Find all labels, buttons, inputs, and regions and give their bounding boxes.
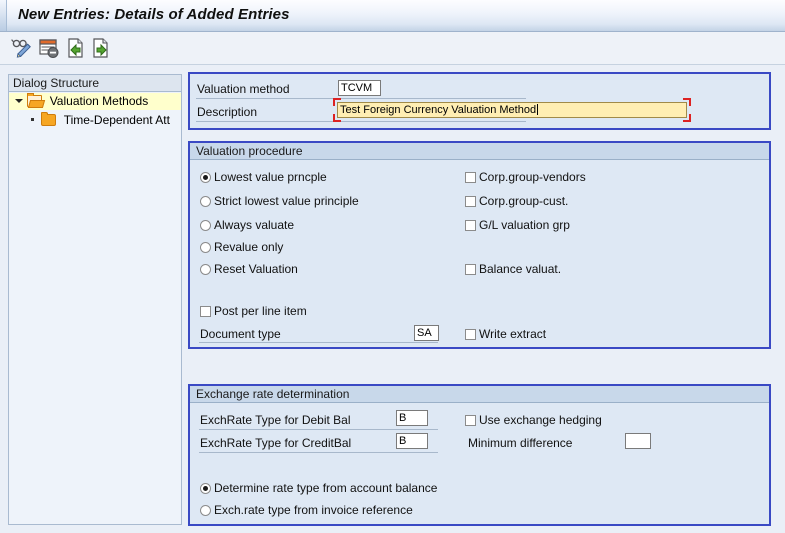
radio-indicator[interactable] (200, 483, 211, 494)
folder-closed-icon (41, 112, 57, 127)
display-change-icon[interactable] (10, 36, 34, 60)
checkbox-indicator[interactable] (465, 172, 476, 183)
radio-indicator[interactable] (200, 264, 211, 275)
text-caret (537, 104, 539, 115)
minimum-difference-input[interactable] (625, 433, 651, 449)
valuation-method-input[interactable] (338, 80, 381, 96)
checkbox-corp-group-vendors[interactable]: Corp.group-vendors (465, 170, 586, 185)
toolbar (0, 32, 785, 65)
radio-label: Reset Valuation (214, 262, 298, 276)
document-type-input[interactable] (414, 325, 439, 341)
description-input[interactable]: Test Foreign Currency Valuation Method (337, 102, 687, 118)
description-label: Description (197, 105, 258, 119)
checkbox-label: G/L valuation grp (479, 218, 570, 232)
checkbox-indicator[interactable] (465, 264, 476, 275)
exchrate-debit-label: ExchRate Type for Debit Bal (200, 413, 351, 427)
radio-label: Revalue only (214, 240, 284, 254)
title-bar-accent (0, 0, 7, 31)
valuation-method-label: Valuation method (197, 82, 290, 96)
checkbox-label: Post per line item (214, 304, 307, 318)
checkbox-write-extract[interactable]: Write extract (465, 327, 546, 342)
checkbox-label: Balance valuat. (479, 262, 562, 276)
minimum-difference-label: Minimum difference (468, 436, 573, 450)
checkbox-use-exchange-hedging[interactable]: Use exchange hedging (465, 413, 602, 428)
row-divider (199, 342, 438, 343)
radio-determine-rate-type-from-account-balance[interactable]: Determine rate type from account balance (200, 481, 437, 496)
radio-indicator[interactable] (200, 505, 211, 516)
sidebar-item-label: Time-Dependent Att (63, 113, 170, 128)
radio-label: Determine rate type from account balance (214, 481, 438, 495)
radio-exch-rate-type-from-invoice-reference[interactable]: Exch.rate type from invoice reference (200, 503, 413, 518)
radio-indicator[interactable] (200, 196, 211, 207)
radio-label: Lowest value prncple (214, 170, 327, 184)
checkbox-indicator[interactable] (465, 220, 476, 231)
checkbox-indicator[interactable] (465, 329, 476, 340)
row-divider (199, 429, 438, 430)
checkbox-corp-group-cust[interactable]: Corp.group-cust. (465, 194, 568, 209)
sidebar-item-time-dependent-attributes[interactable]: Time-Dependent Att (9, 112, 181, 129)
dialog-structure-header: Dialog Structure (8, 74, 182, 92)
dialog-structure-panel (8, 74, 182, 525)
radio-strict-lowest-value-principle[interactable]: Strict lowest value principle (200, 194, 359, 209)
sidebar-item-label: Valuation Methods (49, 94, 149, 109)
checkbox-indicator[interactable] (465, 196, 476, 207)
exchrate-credit-input[interactable] (396, 433, 428, 449)
radio-indicator[interactable] (200, 172, 211, 183)
radio-lowest-value-prncple[interactable]: Lowest value prncple (200, 170, 327, 185)
checkbox-label: Use exchange hedging (479, 413, 602, 427)
row-divider (196, 121, 526, 122)
radio-indicator[interactable] (200, 220, 211, 231)
checkbox-balance-valuat[interactable]: Balance valuat. (465, 262, 561, 277)
next-entry-icon[interactable] (89, 36, 113, 60)
valuation-procedure-panel: Valuation procedure Lowest value prncple… (188, 141, 771, 349)
radio-reset-valuation[interactable]: Reset Valuation (200, 262, 298, 277)
radio-always-valuate[interactable]: Always valuate (200, 218, 294, 233)
valuation-method-header-panel: Valuation method Description Test Foreig… (188, 72, 771, 130)
exchrate-credit-label: ExchRate Type for CreditBal (200, 436, 352, 450)
sidebar-item-valuation-methods[interactable]: Valuation Methods (9, 93, 181, 110)
document-type-label: Document type (200, 327, 281, 341)
exchrate-debit-input[interactable] (396, 410, 428, 426)
exchange-rate-determination-panel: Exchange rate determination ExchRate Typ… (188, 384, 771, 526)
checkbox-gl-valuation-grp[interactable]: G/L valuation grp (465, 218, 570, 233)
delete-entry-icon[interactable] (37, 36, 61, 60)
radio-revalue-only[interactable]: Revalue only (200, 240, 283, 255)
exchange-rate-title: Exchange rate determination (190, 386, 769, 403)
folder-open-icon (27, 93, 43, 108)
radio-label: Strict lowest value principle (214, 194, 359, 208)
checkbox-post-per-line-item[interactable]: Post per line item (200, 304, 307, 319)
description-input-value: Test Foreign Currency Valuation Method (340, 104, 537, 116)
window-title-bar: New Entries: Details of Added Entries (0, 0, 785, 32)
valuation-procedure-title: Valuation procedure (190, 143, 769, 160)
radio-label: Exch.rate type from invoice reference (214, 503, 413, 517)
radio-label: Always valuate (214, 218, 295, 232)
checkbox-indicator[interactable] (465, 415, 476, 426)
checkbox-label: Corp.group-vendors (479, 170, 586, 184)
tree-node-bullet-icon (31, 118, 34, 122)
row-divider (199, 452, 438, 453)
checkbox-label: Write extract (479, 327, 547, 341)
checkbox-indicator[interactable] (200, 306, 211, 317)
radio-indicator[interactable] (200, 242, 211, 253)
expand-collapse-arrow-icon[interactable] (15, 99, 23, 104)
checkbox-label: Corp.group-cust. (479, 194, 569, 208)
previous-entry-icon[interactable] (63, 36, 87, 60)
page-title: New Entries: Details of Added Entries (18, 6, 290, 23)
row-divider (196, 98, 526, 99)
